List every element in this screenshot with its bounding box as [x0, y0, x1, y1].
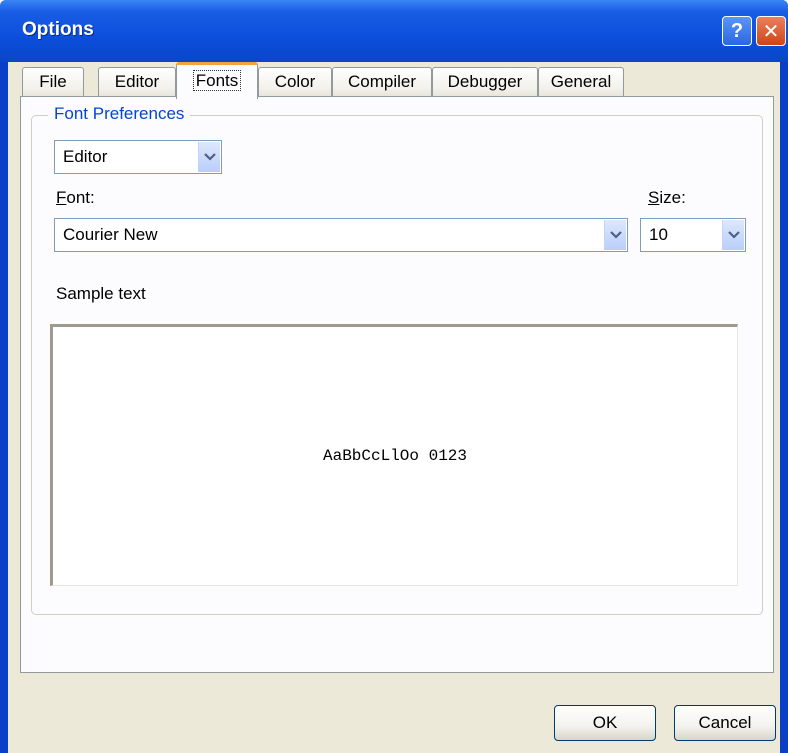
window-title: Options [22, 19, 94, 40]
font-select[interactable]: Courier New [54, 218, 628, 252]
dialog-client-area: File Editor Fonts Color Compiler Debugge… [8, 62, 780, 753]
group-label: Font Preferences [48, 104, 191, 124]
cancel-button[interactable]: Cancel [674, 705, 776, 741]
select-value: Editor [63, 147, 108, 166]
font-label-hotkey: F [56, 188, 67, 207]
sample-preview-text: AaBbCcLlOo 0123 [322, 447, 468, 465]
tab-label: Editor [114, 72, 160, 91]
cancel-button-label: Cancel [698, 713, 752, 732]
size-select[interactable]: 10 [640, 218, 746, 252]
font-label-text: ont: [66, 188, 95, 207]
close-icon: ✕ [762, 20, 780, 43]
close-button[interactable]: ✕ [756, 16, 786, 46]
tab-label: Fonts [192, 70, 242, 91]
tab-color[interactable]: Color [258, 67, 332, 97]
sample-text-label: Sample text [56, 284, 146, 303]
size-label-hotkey: S [648, 188, 660, 207]
ok-button[interactable]: OK [554, 705, 656, 741]
font-target-select[interactable]: Editor [54, 140, 222, 174]
tab-label: Debugger [447, 72, 523, 91]
select-value: 10 [649, 225, 668, 244]
tab-compiler[interactable]: Compiler [332, 67, 432, 97]
tab-debugger[interactable]: Debugger [432, 67, 538, 97]
tab-label: Compiler [347, 72, 417, 91]
size-label: Size: [648, 188, 686, 208]
tab-label: File [39, 72, 67, 91]
fonts-tab-panel: Font Preferences Editor Font: Courier Ne… [20, 96, 774, 673]
help-button[interactable]: ? [722, 16, 752, 46]
ok-button-label: OK [592, 713, 618, 732]
chevron-down-icon[interactable] [198, 142, 220, 172]
tab-editor[interactable]: Editor [98, 67, 176, 97]
sample-preview: AaBbCcLlOo 0123 [50, 324, 738, 586]
title-bar[interactable]: Options ? ✕ [0, 0, 788, 62]
font-label: Font: [56, 188, 95, 208]
tab-label: Color [274, 72, 316, 91]
help-icon: ? [730, 19, 744, 42]
size-label-text: ize: [659, 188, 686, 207]
options-dialog: Options ? ✕ File Editor Fonts Color Comp… [0, 0, 788, 753]
tab-fonts[interactable]: Fonts [176, 62, 258, 99]
tab-general[interactable]: General [538, 67, 624, 97]
select-value: Courier New [63, 225, 158, 244]
font-preferences-group: Font Preferences Editor Font: Courier Ne… [31, 104, 763, 615]
chevron-down-icon[interactable] [722, 220, 744, 250]
tab-label: General [550, 72, 612, 91]
tab-file[interactable]: File [22, 67, 84, 97]
chevron-down-icon[interactable] [604, 220, 626, 250]
